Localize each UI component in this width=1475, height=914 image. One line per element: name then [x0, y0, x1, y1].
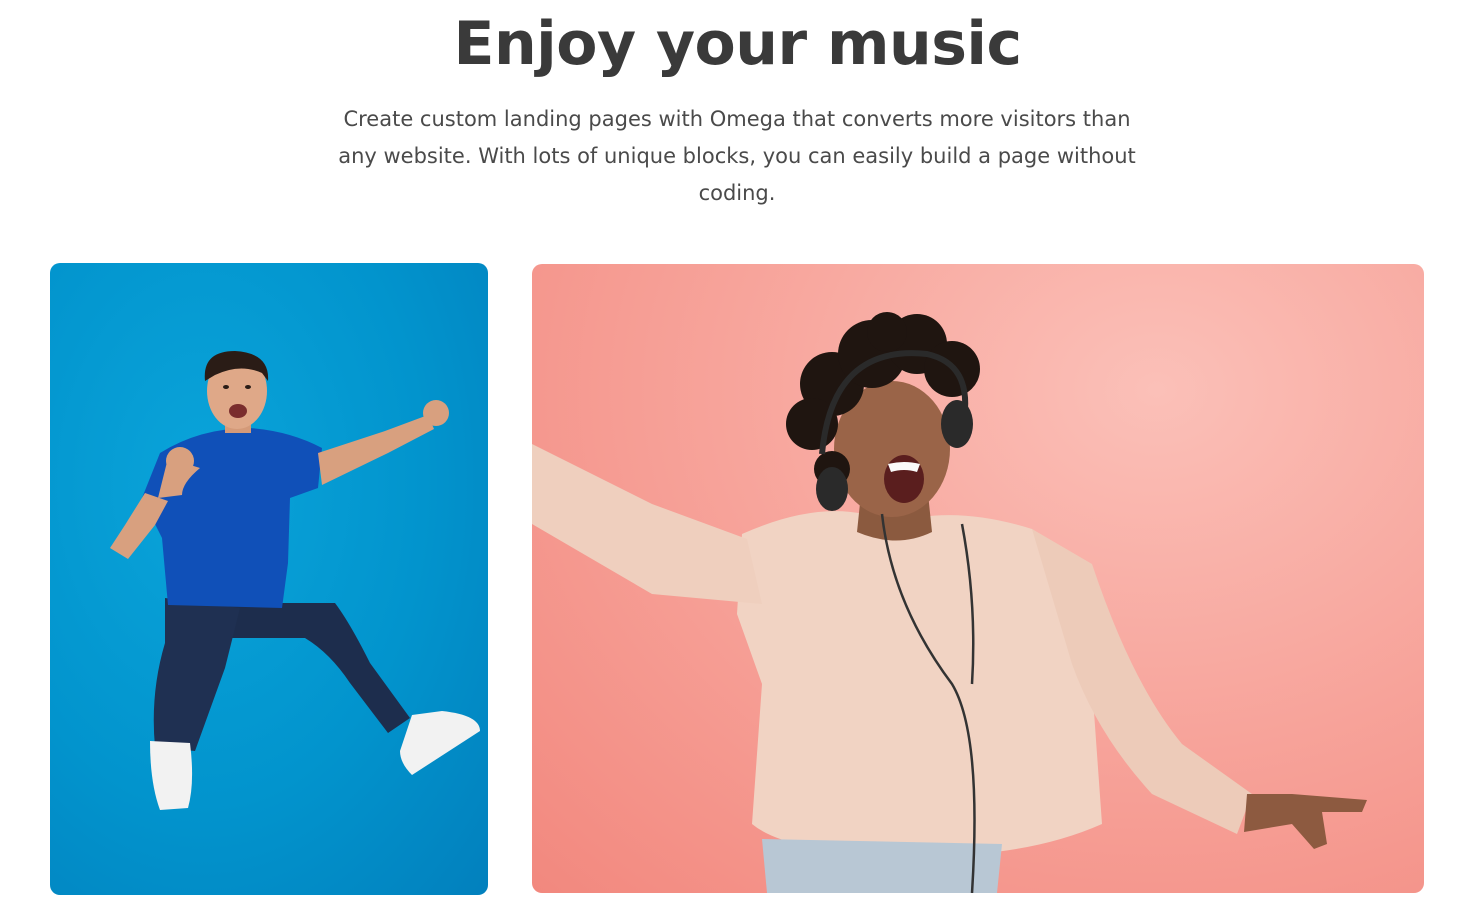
jumping-man-illustration [110, 351, 480, 810]
headphones-woman-illustration [532, 312, 1367, 893]
page-title: Enjoy your music [453, 9, 1022, 79]
image-card-headphones-woman [532, 264, 1424, 893]
landing-section: Enjoy your music Create custom landing p… [0, 0, 1475, 914]
image-card-jumping-man [50, 263, 488, 895]
hero-description: Create custom landing pages with Omega t… [338, 107, 1136, 205]
